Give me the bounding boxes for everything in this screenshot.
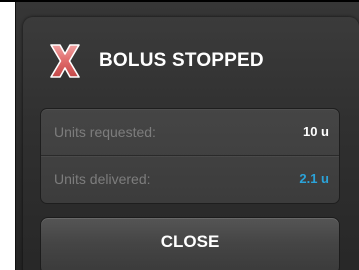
dialog-header: BOLUS STOPPED (48, 39, 264, 83)
units-requested-label: Units requested: (54, 124, 156, 140)
screen-frame: BOLUS STOPPED Units requested: 10 u Unit… (0, 0, 359, 270)
units-delivered-row: Units delivered: 2.1 u (41, 156, 339, 202)
bolus-info-box: Units requested: 10 u Units delivered: 2… (40, 108, 340, 204)
dialog-title: BOLUS STOPPED (99, 50, 264, 71)
units-delivered-value: 2.1 u (299, 171, 329, 186)
top-border (0, 0, 359, 2)
left-margin (0, 0, 15, 270)
units-requested-value: 10 u (302, 124, 329, 139)
units-requested-row: Units requested: 10 u (41, 109, 339, 155)
close-button[interactable]: CLOSE (40, 217, 340, 270)
units-delivered-label: Units delivered: (54, 171, 151, 187)
stop-x-icon (50, 44, 80, 78)
